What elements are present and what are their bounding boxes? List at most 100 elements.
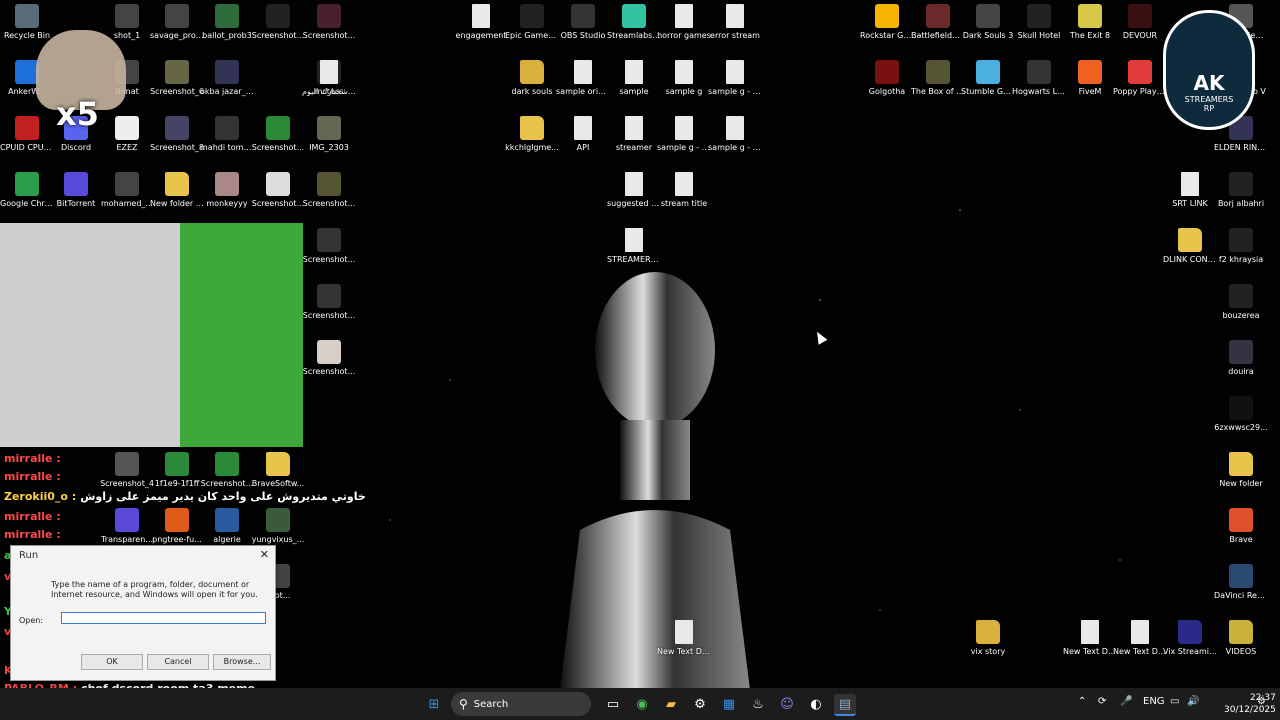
- desktop-icon[interactable]: Screenshot...: [302, 340, 356, 377]
- desktop-icon[interactable]: السلام عليكم شخبارك اليوم: [302, 60, 356, 97]
- desktop-icon[interactable]: 6zxwwsc29...: [1214, 396, 1268, 433]
- desktop-icon[interactable]: stream title: [657, 172, 711, 209]
- sync-icon[interactable]: ⟳: [1098, 696, 1106, 707]
- notification-icon[interactable]: ⚙: [1257, 696, 1266, 707]
- desktop-icon[interactable]: Screenshot_8: [150, 116, 204, 153]
- desktop-icon[interactable]: The Box of Fear Demo: [911, 60, 965, 97]
- desktop-icon[interactable]: Screenshot_6: [150, 60, 204, 97]
- browse-button[interactable]: Browse...: [213, 654, 271, 670]
- desktop-icon[interactable]: STREAMERS TO ADD T...: [607, 228, 661, 265]
- desktop-icon[interactable]: mahdi tomobil_pr...: [200, 116, 254, 153]
- desktop-icon[interactable]: vix story: [961, 620, 1015, 657]
- desktop-icon[interactable]: mohamed_...: [100, 172, 154, 209]
- desktop-icon[interactable]: suggested games: [607, 172, 661, 209]
- desktop-icon[interactable]: Screenshot...: [251, 116, 305, 153]
- desktop-icon[interactable]: Recycle Bin: [0, 4, 54, 41]
- desktop-icon[interactable]: Streamlabs Desktop: [607, 4, 661, 41]
- desktop-icon[interactable]: VIDEOS: [1214, 620, 1268, 657]
- file-explorer-icon[interactable]: ▰: [660, 694, 682, 714]
- desktop-icon[interactable]: Rockstar Games ...: [860, 4, 914, 41]
- desktop-icon[interactable]: Hogwarts Legacy: [1012, 60, 1066, 97]
- cancel-button[interactable]: Cancel: [147, 654, 209, 670]
- desktop-icon[interactable]: engagement: [454, 4, 508, 41]
- vscode-icon[interactable]: ⚙: [689, 694, 711, 714]
- desktop-icon[interactable]: bouzerea: [1214, 284, 1268, 321]
- desktop-icon[interactable]: douira: [1214, 340, 1268, 377]
- desktop-icon[interactable]: sample g - Copy: [657, 116, 711, 153]
- desktop-icon[interactable]: CPUID CPU-Z MSI: [0, 116, 54, 153]
- app-icon[interactable]: ▦: [718, 694, 740, 714]
- desktop-icon[interactable]: New Text Docume...: [1063, 620, 1117, 657]
- desktop-icon[interactable]: Screenshot...: [302, 172, 356, 209]
- desktop-icon[interactable]: ballot_prob3: [200, 4, 254, 41]
- desktop-icon[interactable]: Screenshot...: [302, 4, 356, 41]
- chrome-icon[interactable]: ◉: [631, 694, 653, 714]
- desktop-icon[interactable]: monkeyyy: [200, 172, 254, 209]
- desktop-icon[interactable]: FiveM: [1063, 60, 1117, 97]
- desktop-icon[interactable]: Brave: [1214, 508, 1268, 545]
- desktop-icon[interactable]: OBS Studio: [556, 4, 610, 41]
- desktop-icon[interactable]: Poppy Playtime: [1113, 60, 1167, 97]
- desktop-icon[interactable]: savage_prob3: [150, 4, 204, 41]
- desktop-icon[interactable]: horror games: [657, 4, 711, 41]
- steam-icon[interactable]: ♨: [747, 694, 769, 714]
- discord-icon[interactable]: ☺: [776, 694, 798, 714]
- desktop-icon[interactable]: Golgotha: [860, 60, 914, 97]
- desktop-icon[interactable]: EZEZ: [100, 116, 154, 153]
- desktop-icon[interactable]: 1f1e9-1f1ff: [150, 452, 204, 489]
- language-indicator[interactable]: ENG: [1143, 696, 1165, 707]
- desktop-icon[interactable]: IMG_2303: [302, 116, 356, 153]
- desktop-icon[interactable]: algerie: [200, 508, 254, 545]
- desktop-icon[interactable]: shot_1: [100, 4, 154, 41]
- desktop-icon[interactable]: okba jazar_prob3: [200, 60, 254, 97]
- search-box[interactable]: ⚲ Search: [451, 692, 591, 716]
- microphone-icon[interactable]: 🎤: [1120, 696, 1132, 707]
- chevron-up-icon[interactable]: ⌃: [1078, 696, 1086, 707]
- ok-button[interactable]: OK: [81, 654, 143, 670]
- desktop-icon[interactable]: New folder (2): [150, 172, 204, 209]
- desktop-icon[interactable]: f2 khraysia: [1214, 228, 1268, 265]
- desktop-icon[interactable]: New Text Docume...: [657, 620, 711, 657]
- task-view-icon[interactable]: ▭: [602, 694, 624, 714]
- desktop-icon[interactable]: pngtree-fu...: [150, 508, 204, 545]
- desktop-icon[interactable]: The Exit 8: [1063, 4, 1117, 41]
- desktop-icon[interactable]: SRT LINK: [1163, 172, 1217, 209]
- desktop-icon[interactable]: DLINK CONFIG: [1163, 228, 1217, 265]
- start-icon[interactable]: ⊞: [423, 694, 445, 714]
- desktop-icon[interactable]: Dark Souls 3: [961, 4, 1015, 41]
- desktop-icon[interactable]: streamer: [607, 116, 661, 153]
- desktop-icon[interactable]: Screenshot_4: [100, 452, 154, 489]
- open-input[interactable]: [61, 612, 266, 624]
- desktop-icon[interactable]: Screenshot...: [251, 172, 305, 209]
- desktop-icon[interactable]: API: [556, 116, 610, 153]
- desktop-icon[interactable]: Battlefield™ 6: [911, 4, 965, 41]
- desktop-icon[interactable]: sample original: [556, 60, 610, 97]
- desktop-icon[interactable]: Stumble Guys: [961, 60, 1015, 97]
- desktop-icon[interactable]: Borj albahri: [1214, 172, 1268, 209]
- desktop-icon[interactable]: Screenshot...: [200, 452, 254, 489]
- desktop-icon[interactable]: kkchlglgme...: [505, 116, 559, 153]
- desktop-icon[interactable]: sample g - Copy - Co...: [708, 116, 762, 153]
- desktop-icon[interactable]: Skull Hotel: [1012, 4, 1066, 41]
- volume-icon[interactable]: 🔊: [1187, 696, 1199, 707]
- run-icon[interactable]: ▤: [834, 694, 856, 716]
- desktop-icon[interactable]: BraveSoftw...: [251, 452, 305, 489]
- desktop-icon[interactable]: New folder: [1214, 452, 1268, 489]
- clock[interactable]: 22:37 30/12/2025: [1224, 692, 1276, 716]
- desktop-icon[interactable]: Screenshot...: [251, 4, 305, 41]
- desktop-icon[interactable]: Vix Streaming pack by bady: [1163, 620, 1217, 657]
- desktop-icon[interactable]: Epic Games Launcher: [505, 4, 559, 41]
- desktop-icon[interactable]: sample g - Copy - Copy: [708, 60, 762, 97]
- desktop-icon[interactable]: BitTorrent: [49, 172, 103, 209]
- desktop-icon[interactable]: dark souls: [505, 60, 559, 97]
- desktop-icon[interactable]: DaVinci Resolve: [1214, 564, 1268, 601]
- desktop-icon[interactable]: sample g: [657, 60, 711, 97]
- desktop-icon[interactable]: Transparen...: [100, 508, 154, 545]
- desktop-icon[interactable]: Screenshot...: [302, 228, 356, 265]
- desktop-icon[interactable]: Google Chrome: [0, 172, 54, 209]
- obs-icon[interactable]: ◐: [805, 694, 827, 714]
- close-icon[interactable]: ✕: [260, 548, 269, 561]
- desktop-icon[interactable]: DEVOUR: [1113, 4, 1167, 41]
- network-icon[interactable]: ▭: [1170, 696, 1179, 707]
- desktop-icon[interactable]: error stream: [708, 4, 762, 41]
